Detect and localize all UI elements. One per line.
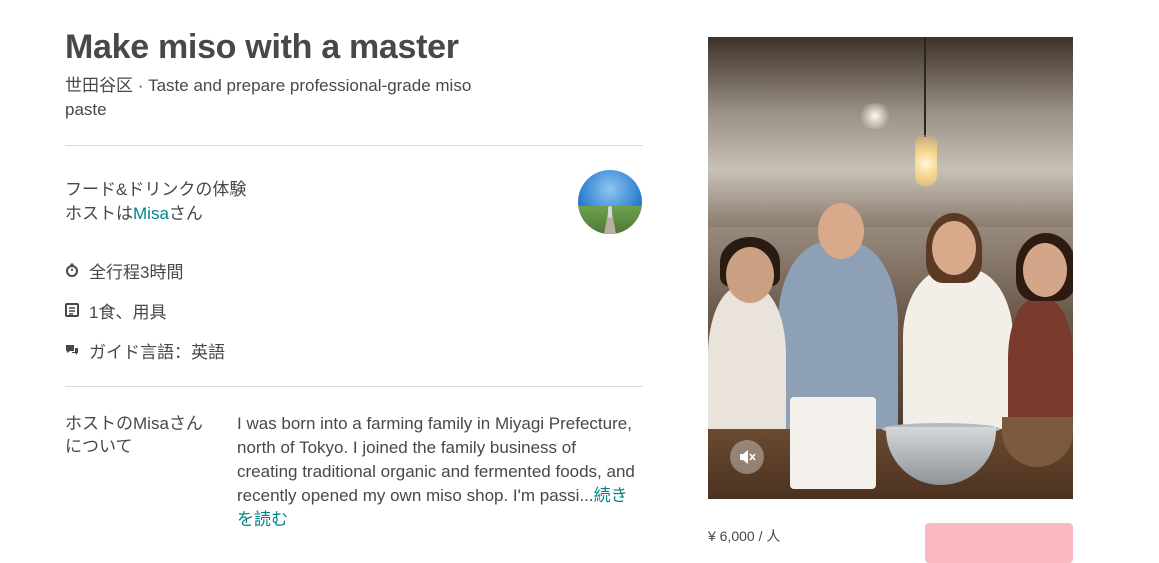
video-head — [726, 247, 774, 303]
video-head — [932, 221, 976, 275]
video-lamp — [915, 135, 937, 187]
speaker-mute-icon — [740, 450, 756, 464]
video-person — [903, 269, 1013, 439]
video-head — [818, 203, 864, 259]
clock-icon — [66, 263, 78, 277]
host-summary: フード&ドリンクの体験 ホストはMisaさん — [65, 178, 246, 226]
experience-title: Make miso with a master — [65, 28, 459, 66]
book-button[interactable] — [925, 523, 1073, 563]
experience-subtitle: 世田谷区 · Taste and prepare professional-gr… — [65, 76, 472, 119]
avatar-person — [608, 206, 612, 218]
about-host-text: I was born into a farming family in Miya… — [237, 412, 637, 532]
fact-includes: 1食、用具 — [65, 298, 225, 322]
host-avatar[interactable] — [578, 170, 642, 234]
fact-language-text: ガイド言語：英語 — [89, 342, 225, 362]
section-divider — [65, 145, 643, 146]
video-head — [1023, 243, 1067, 297]
host-line: ホストはMisaさん — [65, 202, 246, 226]
experience-video[interactable] — [708, 37, 1073, 499]
host-prefix: ホストは — [65, 204, 133, 223]
fact-includes-text: 1食、用具 — [89, 302, 167, 322]
fact-duration-text: 全行程3時間 — [89, 262, 184, 282]
experience-facts: 全行程3時間 1食、用具 ガイド言語：英語 — [65, 258, 225, 378]
menu-icon — [65, 303, 79, 317]
video-ceiling — [708, 37, 1073, 227]
about-host-body: I was born into a farming family in Miya… — [237, 414, 635, 505]
price-text: ¥ 6,000 / 人 — [708, 528, 781, 544]
about-host-heading: ホストのMisaさんについて — [65, 414, 203, 456]
video-lamp-cord — [924, 37, 926, 137]
host-name-link[interactable]: Misa — [133, 204, 169, 223]
video-ceiling-light — [858, 103, 892, 129]
fact-language: ガイド言語：英語 — [65, 338, 225, 362]
host-suffix: さん — [168, 204, 203, 223]
mute-button[interactable] — [730, 440, 764, 474]
fact-duration: 全行程3時間 — [65, 258, 225, 282]
chat-icon — [66, 345, 78, 355]
video-apron — [790, 397, 876, 489]
section-divider — [65, 386, 643, 387]
experience-category: フード&ドリンクの体験 — [65, 180, 247, 199]
